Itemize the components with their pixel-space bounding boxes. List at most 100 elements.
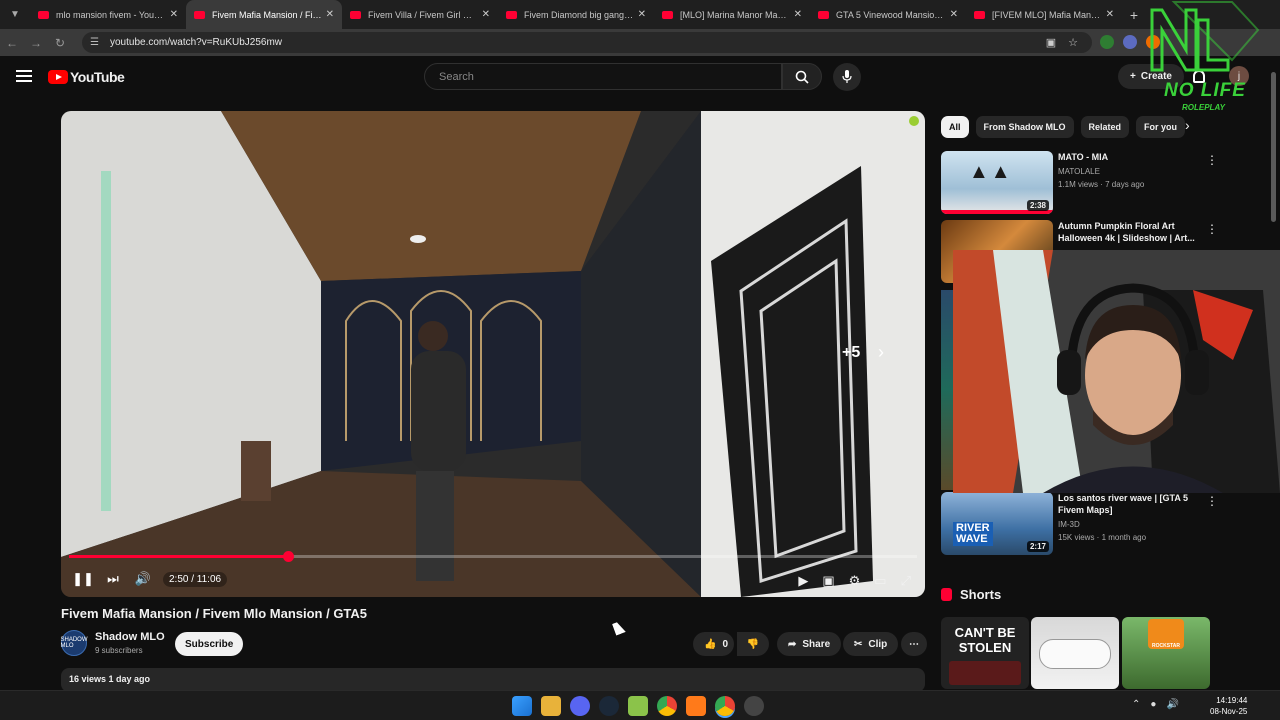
tab-title: Fivem Diamond big gang man bbox=[524, 9, 638, 20]
pause-icon[interactable]: ❚❚ bbox=[72, 569, 94, 589]
captions-icon[interactable]: ▣ bbox=[822, 573, 834, 589]
filter-chip[interactable]: For you bbox=[1136, 116, 1186, 138]
thumbs-down-icon: 👎 bbox=[746, 638, 760, 650]
recommendation-channel[interactable]: IM-3D bbox=[1058, 520, 1208, 529]
short-thumbnail[interactable]: ROCKSTAR bbox=[1122, 617, 1210, 689]
clip-button[interactable]: ✂ Clip bbox=[843, 632, 899, 656]
back-icon[interactable]: ← bbox=[0, 36, 24, 50]
recommendation-item[interactable]: ▲▲ 2:38 MATO - MIA MATOLALE 1.1M views ·… bbox=[941, 151, 1218, 214]
share-button[interactable]: ➦ Share bbox=[777, 632, 842, 656]
speaker-icon[interactable]: 🔊 bbox=[1166, 699, 1178, 710]
volume-icon[interactable]: 🔊 bbox=[133, 569, 153, 589]
tab-title: Fivem Villa / Fivem Girl Mansio bbox=[368, 9, 482, 20]
streamer-logo-overlay: NO LIFE ROLEPLAY bbox=[1128, 0, 1278, 118]
browser-tab[interactable]: Fivem Diamond big gang man ✕ bbox=[498, 0, 654, 29]
discord-icon[interactable] bbox=[570, 696, 590, 716]
recommendation-channel[interactable]: MATOLALE bbox=[1058, 167, 1208, 176]
channel-name[interactable]: Shadow MLO bbox=[95, 631, 165, 643]
browser-tab[interactable]: [MLO] Marina Manor Mansion/✕ bbox=[654, 0, 810, 29]
youtube-logo[interactable]: YouTube bbox=[48, 69, 125, 85]
scrollbar-thumb[interactable] bbox=[1271, 72, 1276, 222]
site-info-icon[interactable]: ☰ bbox=[90, 37, 104, 48]
chevron-right-icon[interactable]: › bbox=[878, 342, 884, 363]
filter-chips: All From Shadow MLO Related For you bbox=[941, 116, 1186, 138]
browser-tab[interactable]: Fivem Mafia Mansion / Fivem M✕ bbox=[186, 0, 342, 29]
channel-avatar[interactable]: SHADOW MLO bbox=[61, 630, 88, 656]
chevron-right-icon[interactable]: › bbox=[1185, 117, 1190, 133]
short-thumbnail[interactable] bbox=[1031, 617, 1119, 689]
filter-chip[interactable]: All bbox=[941, 116, 969, 138]
search-button[interactable] bbox=[782, 63, 822, 90]
search-input[interactable]: Search bbox=[424, 63, 782, 90]
hidden-thumbnails-strip bbox=[941, 290, 953, 490]
video-thumbnail[interactable]: RIVER WAVE 2:17 bbox=[941, 492, 1053, 555]
install-icon[interactable]: ▣ bbox=[1046, 36, 1056, 49]
description-box[interactable]: 16 views 1 day ago bbox=[61, 668, 925, 692]
windows-start-icon[interactable] bbox=[512, 696, 532, 716]
close-tab-icon[interactable]: ✕ bbox=[950, 9, 958, 20]
browser-tab[interactable]: Fivem Villa / Fivem Girl Mansio ✕ bbox=[342, 0, 498, 29]
close-tab-icon[interactable]: ✕ bbox=[794, 9, 802, 20]
close-tab-icon[interactable]: ✕ bbox=[326, 9, 334, 20]
close-tab-icon[interactable]: ✕ bbox=[170, 9, 178, 20]
fullscreen-icon[interactable]: ⤢ bbox=[901, 573, 911, 589]
player-controls-right: ▶ ▣ ⚙ ▭ ⤢ bbox=[798, 573, 911, 589]
obs-icon[interactable] bbox=[744, 696, 764, 716]
brand-subtitle: ROLEPLAY bbox=[1182, 103, 1225, 112]
share-icon: ➦ bbox=[788, 638, 797, 650]
short-thumbnail[interactable]: CAN'T BE STOLEN bbox=[941, 617, 1029, 689]
tab-search-icon[interactable]: ▼ bbox=[4, 4, 26, 26]
taskbar-clock[interactable]: 14:19:44 08-Nov-25 bbox=[1210, 695, 1247, 717]
chrome-active-icon[interactable] bbox=[715, 696, 735, 716]
file-explorer-icon[interactable] bbox=[541, 696, 561, 716]
video-player[interactable]: +5 › ❚❚ ⏭ 🔊 2:50 / 11:06 ▶ ▣ ⚙ ▭ ⤢ bbox=[61, 111, 925, 597]
recommendation-title[interactable]: Autumn Pumpkin Floral Art Halloween 4k |… bbox=[1058, 220, 1208, 244]
voice-search-button[interactable] bbox=[833, 63, 861, 91]
microphone-tray-icon[interactable]: ● bbox=[1150, 699, 1156, 710]
close-tab-icon[interactable]: ✕ bbox=[482, 9, 490, 20]
recommendation-title[interactable]: Los santos river wave | [GTA 5 Fivem Map… bbox=[1058, 492, 1208, 516]
theater-mode-icon[interactable]: ▭ bbox=[874, 573, 886, 589]
address-bar-row: ← → ↻ ☰ youtube.com/watch?v=RuKUbJ256mw … bbox=[0, 29, 1280, 56]
tab-title: [FIVEM MLO] Mafia Mansion - bbox=[992, 9, 1106, 20]
chrome-icon[interactable] bbox=[657, 696, 677, 716]
thumbnail-text: RIVER WAVE bbox=[953, 522, 993, 546]
reload-icon[interactable]: ↻ bbox=[48, 36, 72, 50]
more-vertical-icon[interactable]: ⋮ bbox=[1206, 153, 1218, 167]
progress-bar[interactable] bbox=[69, 551, 917, 562]
bookmark-star-icon[interactable]: ☆ bbox=[1068, 36, 1078, 49]
filter-chip[interactable]: Related bbox=[1080, 116, 1130, 138]
url-field[interactable]: ☰ youtube.com/watch?v=RuKUbJ256mw ▣ ☆ bbox=[82, 32, 1092, 53]
system-tray: ⌃ ● 🔊 bbox=[1132, 699, 1179, 710]
video-thumbnail[interactable]: ▲▲ 2:38 bbox=[941, 151, 1053, 214]
filter-chip[interactable]: From Shadow MLO bbox=[975, 116, 1074, 138]
subscribe-button[interactable]: Subscribe bbox=[175, 632, 244, 656]
tab-title: Fivem Mafia Mansion / Fivem M bbox=[212, 9, 326, 20]
browser-tab[interactable]: GTA 5 Vinewood Mansion 4 - F ✕ bbox=[810, 0, 966, 29]
close-tab-icon[interactable]: ✕ bbox=[638, 9, 646, 20]
dislike-button[interactable]: 👎 bbox=[737, 632, 769, 656]
settings-gear-icon[interactable]: ⚙ bbox=[849, 573, 861, 589]
app-icon[interactable] bbox=[686, 696, 706, 716]
browser-tab[interactable]: mlo mansion fivem - YouTube ✕ bbox=[30, 0, 186, 29]
subscriber-count: 9 subscribers bbox=[95, 646, 143, 655]
youtube-play-icon bbox=[48, 70, 68, 84]
more-vertical-icon[interactable]: ⋮ bbox=[1206, 494, 1218, 508]
recommendation-item[interactable]: RIVER WAVE 2:17 Los santos river wave | [… bbox=[941, 492, 1218, 555]
page-scrollbar[interactable] bbox=[1270, 62, 1278, 687]
app-icon[interactable] bbox=[628, 696, 648, 716]
chevron-up-icon[interactable]: ⌃ bbox=[1132, 699, 1140, 710]
like-button[interactable]: 👍 0 bbox=[693, 632, 735, 656]
extension-icon[interactable] bbox=[1100, 35, 1114, 49]
autoplay-toggle-icon[interactable]: ▶ bbox=[798, 573, 808, 589]
menu-icon[interactable] bbox=[16, 70, 32, 82]
steam-icon[interactable] bbox=[599, 696, 619, 716]
close-tab-icon[interactable]: ✕ bbox=[1106, 9, 1114, 20]
more-vertical-icon[interactable]: ⋮ bbox=[1206, 222, 1218, 236]
browser-tab[interactable]: [FIVEM MLO] Mafia Mansion - ✕ bbox=[966, 0, 1122, 29]
forward-icon[interactable]: → bbox=[24, 36, 48, 50]
recommendation-meta: 1.1M views · 7 days ago bbox=[1058, 180, 1145, 189]
recommendation-title[interactable]: MATO - MIA bbox=[1058, 151, 1208, 163]
more-actions-button[interactable]: ⋯ bbox=[901, 632, 927, 656]
next-video-icon[interactable]: ⏭ bbox=[103, 569, 123, 589]
